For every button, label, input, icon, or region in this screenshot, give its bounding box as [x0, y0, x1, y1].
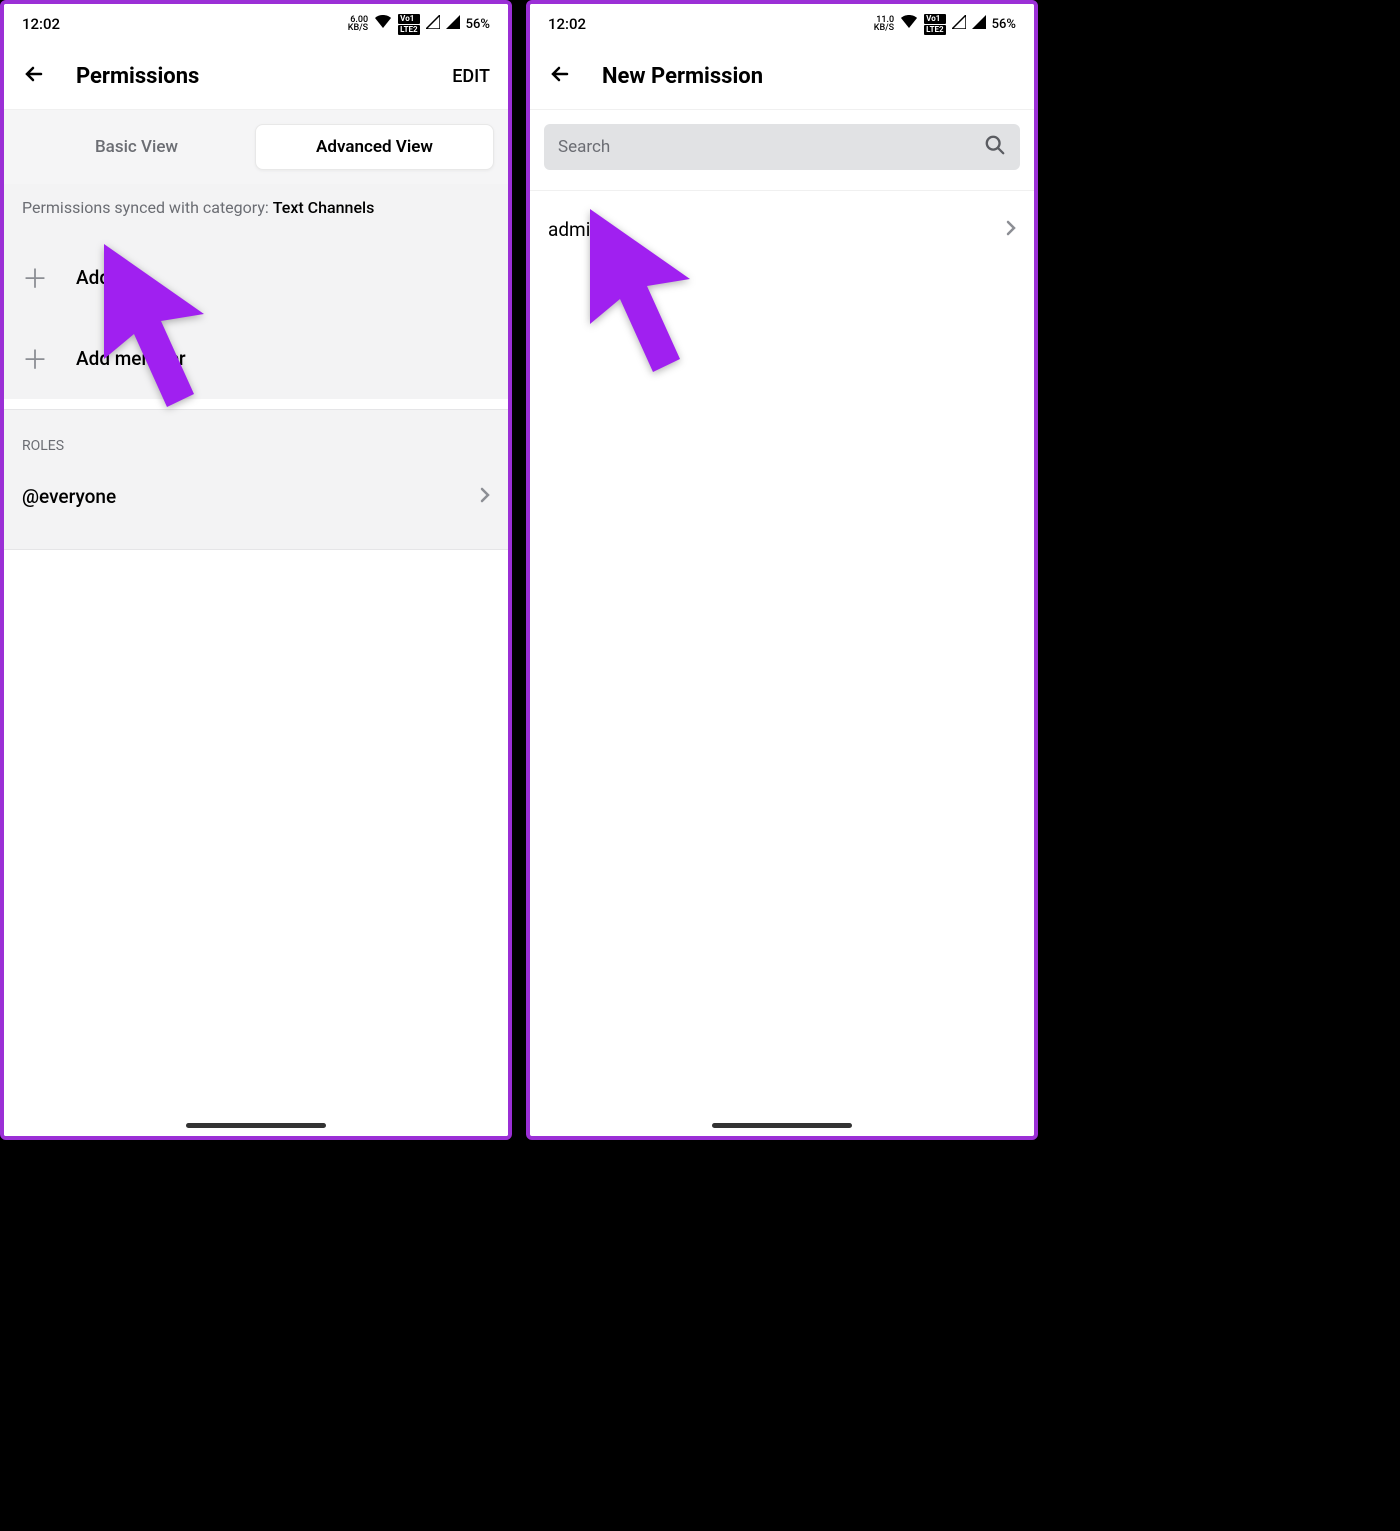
plus-icon: ＋	[22, 259, 48, 296]
battery-percent: 56%	[466, 17, 490, 32]
signal-icon-1	[426, 15, 440, 33]
status-bar: 12:02 6.00 KB/S Vo1 LTE2 56%	[4, 4, 508, 44]
add-role-button[interactable]: ＋ Add role	[4, 237, 508, 318]
home-indicator[interactable]	[186, 1123, 326, 1128]
status-right: 6.00 KB/S Vo1 LTE2 56%	[348, 14, 490, 35]
role-everyone-row[interactable]: @everyone	[4, 462, 508, 550]
network-speed: 6.00 KB/S	[348, 16, 368, 32]
signal-icon-2	[972, 15, 986, 33]
home-indicator[interactable]	[712, 1123, 852, 1128]
status-bar: 12:02 11.0 KB/S Vo1 LTE2 56%	[530, 4, 1034, 44]
phone-left-permissions: 12:02 6.00 KB/S Vo1 LTE2 56%	[0, 0, 512, 1140]
app-header: New Permission	[530, 44, 1034, 110]
lte-badges: Vo1 LTE2	[924, 14, 946, 35]
search-icon	[984, 134, 1006, 160]
add-member-button[interactable]: ＋ Add member	[4, 318, 508, 399]
app-header: Permissions EDIT	[4, 44, 508, 110]
status-right: 11.0 KB/S Vo1 LTE2 56%	[874, 14, 1016, 35]
add-section: ＋ Add role ＋ Add member	[4, 237, 508, 399]
battery-percent: 56%	[992, 17, 1016, 32]
wifi-icon	[374, 15, 392, 33]
role-everyone-label: @everyone	[22, 485, 116, 508]
page-title: Permissions	[76, 64, 422, 89]
chevron-right-icon	[1006, 217, 1016, 242]
search-placeholder: Search	[558, 137, 610, 157]
tab-advanced-view[interactable]: Advanced View	[255, 124, 494, 170]
chevron-right-icon	[480, 484, 490, 509]
signal-icon-2	[446, 15, 460, 33]
result-label: admin	[548, 218, 601, 241]
roles-section-label: ROLES	[4, 409, 508, 462]
search-input[interactable]: Search	[544, 124, 1020, 170]
edit-button[interactable]: EDIT	[452, 66, 490, 87]
network-speed: 11.0 KB/S	[874, 16, 894, 32]
back-arrow-icon[interactable]	[548, 62, 572, 92]
status-time: 12:02	[548, 15, 586, 33]
wifi-icon	[900, 15, 918, 33]
result-admin-row[interactable]: admin	[530, 191, 1034, 268]
add-member-label: Add member	[76, 347, 186, 370]
tab-basic-view[interactable]: Basic View	[18, 125, 255, 169]
search-container: Search	[530, 110, 1034, 191]
phone-right-new-permission: 12:02 11.0 KB/S Vo1 LTE2 56%	[526, 0, 1038, 1140]
signal-icon-1	[952, 15, 966, 33]
add-role-label: Add role	[76, 266, 147, 289]
view-tabs: Basic View Advanced View	[4, 110, 508, 184]
sync-info: Permissions synced with category: Text C…	[4, 184, 508, 237]
page-title: New Permission	[602, 64, 1016, 89]
back-arrow-icon[interactable]	[22, 62, 46, 92]
lte-badges: Vo1 LTE2	[398, 14, 420, 35]
status-time: 12:02	[22, 15, 60, 33]
plus-icon: ＋	[22, 340, 48, 377]
